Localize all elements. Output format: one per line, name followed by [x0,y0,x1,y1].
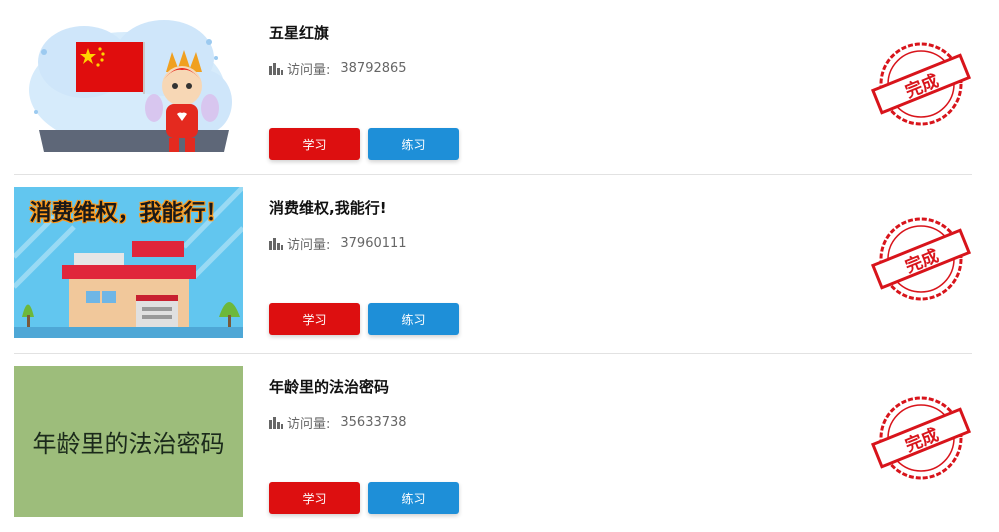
course-thumbnail[interactable] [14,12,243,163]
bar-chart-icon [269,416,283,429]
visit-count-label: 访问量: [287,63,331,78]
course-title[interactable]: 五星红旗 [269,22,329,43]
course-item: 消费维权，我能行！ 消费维权,我能行! 访问量: 37960111 学习 练习 … [0,175,999,353]
practice-button[interactable]: 练习 [368,482,459,514]
practice-button[interactable]: 练习 [368,128,459,160]
practice-button[interactable]: 练习 [368,303,459,335]
visit-count: 访问量: 37960111 [269,234,407,253]
course-title[interactable]: 消费维权,我能行! [269,197,387,218]
visit-count-value: 37960111 [340,236,407,251]
completed-stamp-icon: 完成 [866,38,976,130]
bar-chart-icon [269,237,283,250]
course-title[interactable]: 年龄里的法治密码 [269,376,389,397]
visit-count-label: 访问量: [287,417,331,432]
visit-count-value: 38792865 [340,61,407,76]
bar-chart-icon [269,62,283,75]
completed-stamp-icon: 完成 [866,213,976,305]
course-thumbnail[interactable]: 消费维权，我能行！ [14,187,243,338]
study-button[interactable]: 学习 [269,128,360,160]
visit-count-value: 35633738 [340,415,407,430]
course-item: 年龄里的法治密码 年龄里的法治密码 访问量: 35633738 学习 练习 完成 [0,354,999,532]
thumbnail-caption: 年龄里的法治密码 [32,430,225,458]
course-thumbnail[interactable]: 年龄里的法治密码 [14,366,243,517]
thumbnail-caption: 消费维权，我能行！ [29,201,228,226]
visit-count: 访问量: 35633738 [269,413,407,432]
completed-stamp-icon: 完成 [866,392,976,484]
course-item: 五星红旗 访问量: 38792865 学习 练习 完成 [0,0,999,178]
study-button[interactable]: 学习 [269,303,360,335]
visit-count-label: 访问量: [287,238,331,253]
study-button[interactable]: 学习 [269,482,360,514]
visit-count: 访问量: 38792865 [269,59,407,78]
